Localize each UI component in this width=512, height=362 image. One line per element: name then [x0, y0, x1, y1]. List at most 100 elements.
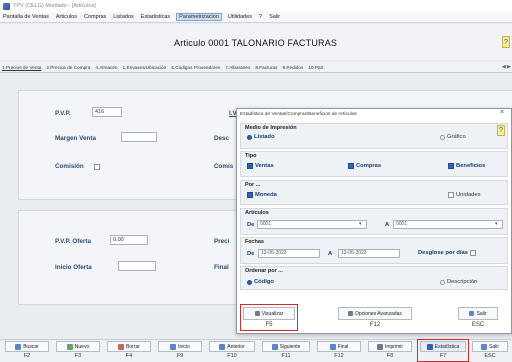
- inicio-oferta-label: Inicio Oferta: [55, 264, 92, 271]
- pvp-oferta-label: P.V.P. Oferta: [55, 238, 91, 245]
- radio-off-icon: [440, 134, 445, 140]
- check-moneda[interactable]: Moneda: [247, 192, 277, 198]
- articulos-de-label: De: [247, 222, 255, 228]
- articulos-title: Artículos: [245, 210, 269, 216]
- anterior-button[interactable]: Anterior: [209, 341, 255, 352]
- visualizar-highlight: [240, 304, 298, 331]
- tab-codigos-proveedores[interactable]: 6.Códigos Proveedores: [171, 65, 220, 70]
- app-icon: [3, 2, 10, 10]
- opciones-key: F12: [369, 322, 381, 328]
- final-label: Final: [214, 264, 229, 271]
- siguiente-button[interactable]: Siguiente: [262, 341, 310, 352]
- siguiente-key: F11: [281, 353, 291, 359]
- menu-parametrizacion[interactable]: Parametrizacion: [176, 13, 222, 21]
- tab-strip: 1.Precios de Venta 2.Precios de Compra 4…: [0, 62, 512, 73]
- window-titlebar: TPV (CELG) Montado - [Articulos]: [0, 0, 512, 12]
- final-key: F12: [334, 353, 344, 359]
- estadistica-highlight: [417, 339, 469, 362]
- pvp-label: P.V.P.: [55, 110, 71, 117]
- ordenar-title: Ordenar por ...: [245, 268, 283, 274]
- tab-precios-compra[interactable]: 2.Precios de Compra: [46, 65, 90, 70]
- window-title: TPV (CELG) Montado - [Articulos]: [13, 3, 96, 9]
- check-ventas[interactable]: Ventas: [247, 163, 274, 169]
- medio-title: Medio de Impresión: [245, 125, 297, 131]
- tab-part[interactable]: 10.Part.: [308, 65, 324, 70]
- radio-listado[interactable]: Listado: [247, 134, 275, 140]
- new-icon: [66, 343, 73, 350]
- tab-almacen[interactable]: 4.Almacén: [95, 65, 117, 70]
- menu-articulos[interactable]: Articulos: [55, 14, 78, 20]
- exit-icon: [469, 311, 475, 316]
- comis-label: Comis: [214, 163, 234, 170]
- checkbox-on-icon: [247, 192, 253, 198]
- fechas-a-input[interactable]: 13-06-2023: [338, 249, 400, 258]
- search-icon: [15, 343, 22, 350]
- close-icon[interactable]: ×: [500, 109, 504, 116]
- tab-albaranes[interactable]: 7.Albaranes: [225, 65, 250, 70]
- check-beneficios[interactable]: Beneficios: [448, 163, 485, 169]
- menu-compras[interactable]: Compras: [83, 14, 107, 20]
- tab-envases[interactable]: 1.Envases/Ubicación: [123, 65, 167, 70]
- inicio-button[interactable]: Inicio: [158, 341, 202, 352]
- check-compras[interactable]: Compras: [348, 163, 381, 169]
- checkbox-off-icon: [448, 192, 454, 198]
- checkbox-on-icon: [247, 163, 253, 169]
- buscar-key: F2: [23, 353, 31, 359]
- menu-bar: Pantalla de Ventas Articulos Compras Lis…: [0, 12, 512, 23]
- fechas-de-input[interactable]: 13-06-2023: [258, 249, 320, 258]
- borrar-key: F4: [125, 353, 133, 359]
- tipo-title: Tipo: [245, 153, 257, 159]
- checkbox-on-icon: [348, 163, 354, 169]
- imprimir-button[interactable]: Imprimir: [368, 341, 412, 352]
- tab-precios-venta[interactable]: 1.Precios de Venta: [2, 65, 41, 70]
- radio-codigo[interactable]: Código: [247, 279, 274, 285]
- check-desglose[interactable]: Desglose por días: [418, 250, 476, 256]
- advanced-options-icon: [348, 311, 354, 316]
- radio-grafico[interactable]: Gráfico: [440, 134, 466, 140]
- por-title: Por ...: [245, 182, 261, 188]
- exit-icon: [480, 343, 487, 350]
- comision-checkbox[interactable]: [94, 164, 100, 170]
- dialog-salir-key: ESC: [471, 322, 485, 328]
- printer-icon: [376, 343, 383, 350]
- radio-on-icon: [247, 134, 252, 140]
- salir-key: ESC: [484, 353, 496, 359]
- dialog-salir-button[interactable]: Salir: [458, 307, 498, 320]
- first-record-icon: [170, 343, 177, 350]
- dialog-help-button[interactable]: ?: [497, 125, 505, 136]
- margen-input[interactable]: [121, 132, 157, 142]
- pvp-input[interactable]: 416: [92, 107, 122, 117]
- help-button[interactable]: ?: [502, 36, 510, 48]
- comision-label: Comisión: [55, 163, 84, 170]
- salir-button[interactable]: Salir: [472, 341, 508, 352]
- desc-label: Desc: [214, 135, 230, 142]
- articulos-a-input[interactable]: 0001: [393, 220, 503, 229]
- opciones-avanzadas-button[interactable]: Opciones Avanzadas: [338, 307, 412, 320]
- menu-listados[interactable]: Listados: [112, 14, 135, 20]
- check-unidades[interactable]: Unidades: [448, 192, 481, 198]
- next-icon: [271, 343, 278, 350]
- borrar-button[interactable]: Borrar: [107, 341, 151, 352]
- tab-scroll-arrows[interactable]: ◀ ▶: [502, 64, 511, 70]
- radio-on-icon: [247, 279, 252, 285]
- menu-pantalla-ventas[interactable]: Pantalla de Ventas: [2, 14, 50, 20]
- chevron-down-icon[interactable]: ▾: [495, 221, 498, 227]
- final-button[interactable]: Final: [317, 341, 361, 352]
- radio-descripcion[interactable]: Descripción: [440, 279, 477, 285]
- pvp-oferta-input[interactable]: 0.00: [110, 235, 148, 245]
- checkbox-off-icon: [469, 250, 476, 256]
- nuevo-key: F3: [74, 353, 82, 359]
- buscar-button[interactable]: Buscar: [5, 341, 49, 352]
- tab-facturas[interactable]: 8.Facturas: [255, 65, 277, 70]
- fechas-title: Fechas: [245, 239, 264, 245]
- page-title: Articulo 0001 TALONARIO FACTURAS: [174, 38, 338, 48]
- inicio-oferta-input[interactable]: [118, 261, 156, 271]
- menu-utilidades[interactable]: Utilidades: [227, 14, 253, 20]
- nuevo-button[interactable]: Nuevo: [56, 341, 100, 352]
- chevron-down-icon[interactable]: ▾: [359, 221, 362, 227]
- tab-pedidos[interactable]: 9.Pedidos: [283, 65, 304, 70]
- menu-salir[interactable]: Salir: [268, 14, 281, 20]
- articulos-de-input[interactable]: 0001: [257, 220, 367, 229]
- menu-help[interactable]: ?: [258, 14, 263, 20]
- menu-estadisticas[interactable]: Estadisticas: [140, 14, 171, 20]
